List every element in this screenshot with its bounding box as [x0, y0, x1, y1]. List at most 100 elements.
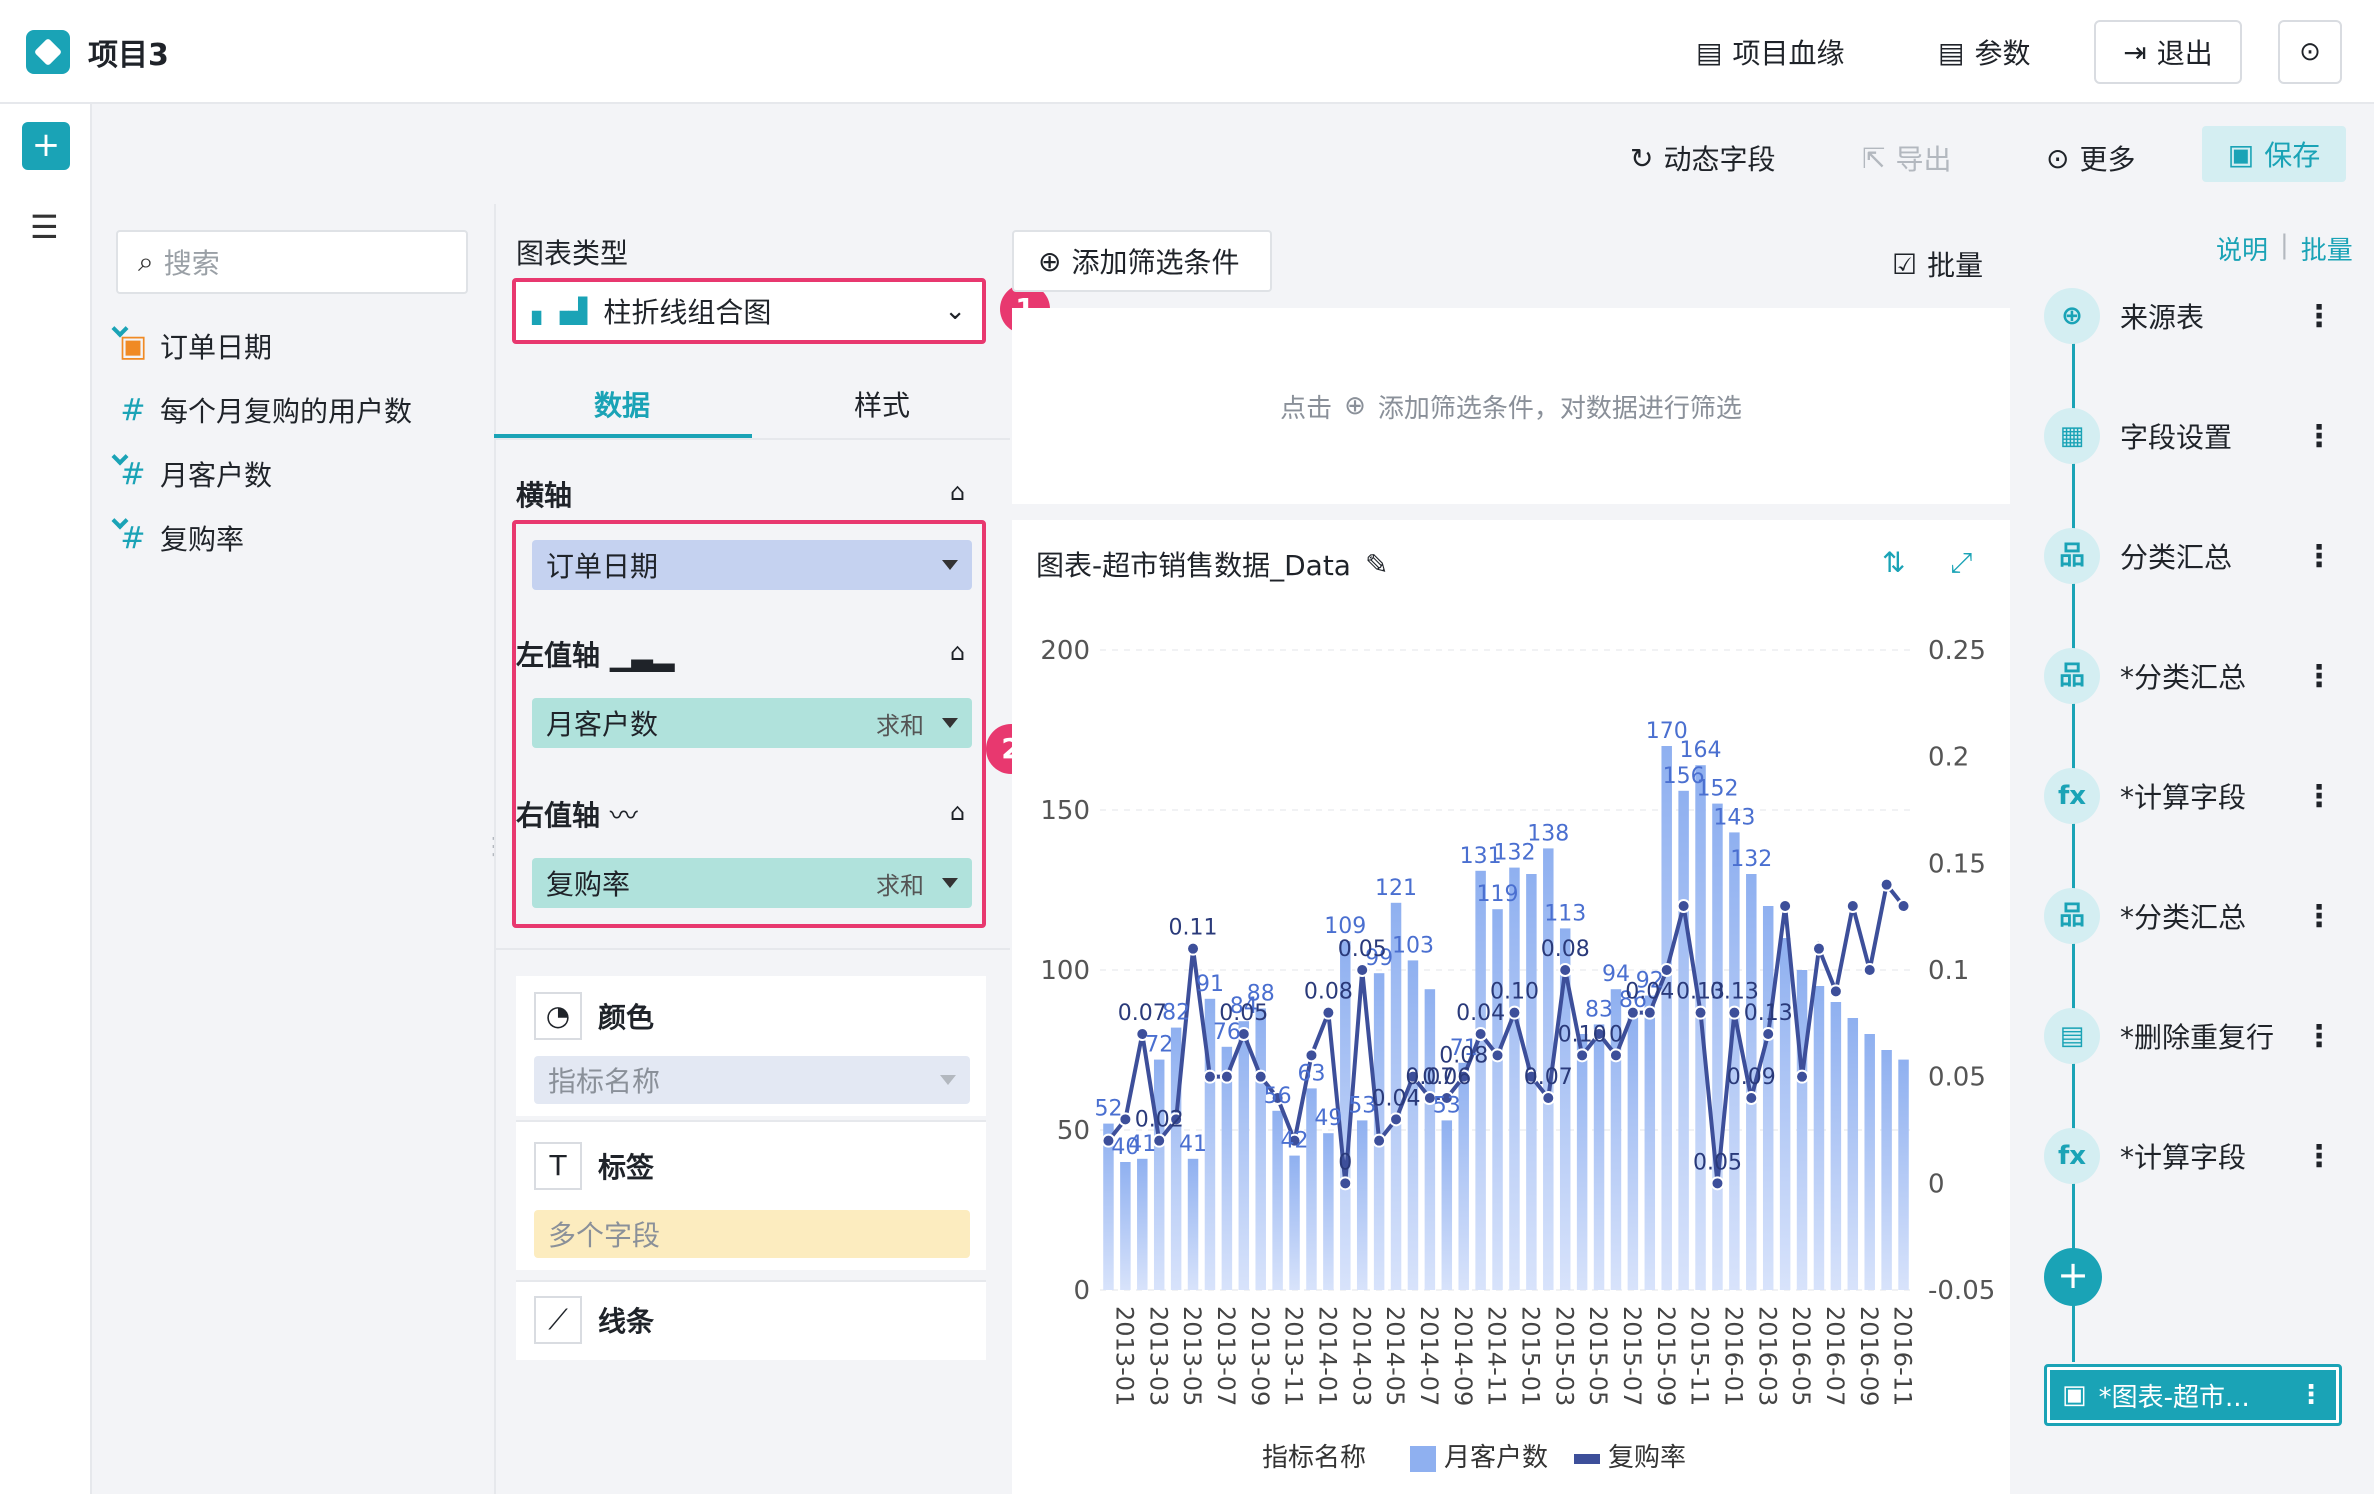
- line-point: [1541, 1091, 1556, 1105]
- x-axis-tick: 2016-11: [1889, 1306, 1917, 1406]
- line-point: [1710, 1176, 1725, 1191]
- flow-node-label: *分类汇总: [2120, 661, 2247, 694]
- flow-node[interactable]: 品 *分类汇总 ⋮: [2044, 886, 2334, 946]
- dynamic-field-button[interactable]: ↻ 动态字段: [1630, 138, 1775, 178]
- field-item-order-date[interactable]: ▣ 订单日期: [111, 320, 272, 366]
- line-point: [1507, 1005, 1522, 1020]
- params-button[interactable]: ▤ 参数: [1938, 32, 2030, 72]
- flow-node[interactable]: ⊕ 来源表 ⋮: [2044, 286, 2334, 346]
- color-field-pill[interactable]: 指标名称: [534, 1056, 970, 1104]
- x-axis-tick: 2013-03: [1144, 1306, 1172, 1406]
- left-axis-tick: 200: [1040, 636, 1090, 666]
- left-axis-tick: 0: [1073, 1276, 1090, 1306]
- line-point: [1558, 963, 1573, 977]
- x-axis-tick: 2013-09: [1246, 1306, 1274, 1406]
- line-point: [1693, 1005, 1708, 1020]
- node-menu-icon[interactable]: ⋮: [2304, 1019, 2334, 1054]
- add-filter-button[interactable]: ⊕ 添加筛选条件: [1012, 230, 1272, 292]
- flow-node-icon: 品: [2044, 888, 2100, 944]
- legend-title: 指标名称: [1262, 1443, 1366, 1473]
- line-data-label: 0.10: [1558, 1022, 1607, 1047]
- explain-link[interactable]: 说明: [2216, 230, 2268, 267]
- expand-icon[interactable]: ⤢: [1950, 546, 1972, 580]
- export-button[interactable]: ⇱ 导出: [1862, 138, 1951, 178]
- field-item-repurchase-users[interactable]: # 每个月复购的用户数: [118, 390, 412, 430]
- more-button[interactable]: ⊙ 更多: [2046, 138, 2135, 178]
- line-point: [1202, 1069, 1217, 1084]
- clear-icon[interactable]: ⌂: [950, 478, 965, 506]
- outline-list-icon[interactable]: ☰: [30, 208, 59, 246]
- tag-field-pill[interactable]: 多个字段: [534, 1210, 970, 1258]
- flow-node[interactable]: 品分类汇总 ⋮: [2044, 526, 2334, 586]
- save-button[interactable]: ▣ 保存: [2202, 126, 2346, 182]
- flow-node-active-chart[interactable]: ▣ *图表-超市... ⋮: [2044, 1364, 2342, 1426]
- caret-down-icon: [940, 1075, 956, 1085]
- flow-node[interactable]: ▤ *删除重复行 ⋮: [2044, 1006, 2334, 1066]
- add-node-icon[interactable]: +: [22, 122, 70, 170]
- left-axis-label: 左值轴 ▁▃▂: [516, 639, 675, 672]
- chevron-down-icon: ⌄: [944, 296, 966, 326]
- flow-node-label: *计算字段: [2120, 781, 2247, 814]
- exit-button[interactable]: ⇥ 退出: [2094, 20, 2242, 84]
- flow-node[interactable]: ▦ 字段设置 ⋮: [2044, 406, 2334, 466]
- node-menu-icon[interactable]: ⋮: [2304, 419, 2334, 454]
- app-logo-icon: [26, 30, 70, 74]
- chart-type-select[interactable]: ▖▗▟ 柱折线组合图 ⌄: [512, 278, 986, 344]
- chart-card: 图表-超市销售数据_Data ✎ ⇅ ⤢ 200 150 100 50 0 0.25 0.2…: [1012, 520, 2010, 1494]
- clear-icon[interactable]: ⌂: [950, 798, 965, 826]
- left-axis-field-pill[interactable]: 月客户数 求和: [532, 698, 972, 748]
- line-point: [1862, 963, 1877, 977]
- lineage-button[interactable]: ▤ 项目血缘: [1696, 32, 1844, 72]
- legend-item: 复购率: [1608, 1443, 1686, 1473]
- more-menu-button[interactable]: ⊙: [2278, 20, 2342, 84]
- line-data-label: 0.05: [1219, 1001, 1268, 1026]
- bar: [1137, 1158, 1148, 1290]
- flow-node[interactable]: fx *计算字段 ⋮: [2044, 1126, 2334, 1186]
- sort-icon[interactable]: ⇅: [1882, 546, 1905, 579]
- x-axis-tick: 2014-05: [1381, 1306, 1409, 1406]
- bar: [1323, 1133, 1334, 1290]
- x-axis-tick: 2013-07: [1212, 1306, 1240, 1406]
- lineage-icon: ▤: [1696, 35, 1723, 69]
- node-menu-icon[interactable]: ⋮: [2304, 659, 2334, 694]
- field-item-repurchase-rate[interactable]: # 复购率: [111, 512, 244, 558]
- bar-data-label: 42: [1281, 1129, 1309, 1154]
- line-data-label: 0.11: [1169, 916, 1218, 941]
- node-menu-icon[interactable]: ⋮: [2298, 1380, 2324, 1410]
- chart-node-icon: ▣: [2062, 1380, 2087, 1410]
- line-point: [1795, 1069, 1810, 1084]
- tab-data[interactable]: 数据: [594, 384, 650, 424]
- add-step-button[interactable]: +: [2044, 1248, 2102, 1306]
- line-data-label: 0: [1338, 1150, 1352, 1175]
- bar: [1593, 1024, 1605, 1290]
- bar: [1627, 1014, 1639, 1290]
- node-menu-icon[interactable]: ⋮: [2304, 299, 2334, 334]
- flow-node[interactable]: fx *计算字段 ⋮: [2044, 766, 2334, 826]
- bar: [1644, 995, 1656, 1290]
- chart-type-label: 图表类型: [516, 237, 629, 270]
- x-axis-field-pill[interactable]: 订单日期: [532, 540, 972, 590]
- line-point: [1372, 1133, 1387, 1148]
- clear-icon[interactable]: ⌂: [950, 638, 965, 666]
- edit-pencil-icon[interactable]: ✎: [1365, 548, 1388, 581]
- field-item-monthly-customers[interactable]: # 月客户数: [111, 448, 272, 494]
- flow-node-label: 字段设置: [2120, 421, 2233, 454]
- flow-header: 说明 | 批量: [2216, 230, 2353, 267]
- node-menu-icon[interactable]: ⋮: [2304, 1139, 2334, 1174]
- bar-data-label: 41: [1128, 1132, 1156, 1157]
- refresh-icon: ↻: [1630, 141, 1654, 175]
- right-axis-field-pill[interactable]: 复购率 求和: [532, 858, 972, 908]
- search-input[interactable]: ⌕ 搜索: [116, 230, 468, 294]
- bar-chart-icon: ▁▃▂: [609, 639, 675, 672]
- flow-node[interactable]: 品 *分类汇总 ⋮: [2044, 646, 2334, 706]
- flow-batch-link[interactable]: 批量: [2301, 230, 2353, 267]
- bar: [1356, 1120, 1368, 1290]
- node-menu-icon[interactable]: ⋮: [2304, 539, 2334, 574]
- batch-button[interactable]: ☑ 批量: [1892, 244, 1983, 284]
- node-menu-icon[interactable]: ⋮: [2304, 899, 2334, 934]
- node-menu-icon[interactable]: ⋮: [2304, 779, 2334, 814]
- line-section[interactable]: ⟋ 线条: [516, 1280, 986, 1360]
- bar: [1153, 1059, 1165, 1290]
- tab-style[interactable]: 样式: [854, 384, 910, 424]
- left-axis-tick: 150: [1040, 796, 1090, 826]
